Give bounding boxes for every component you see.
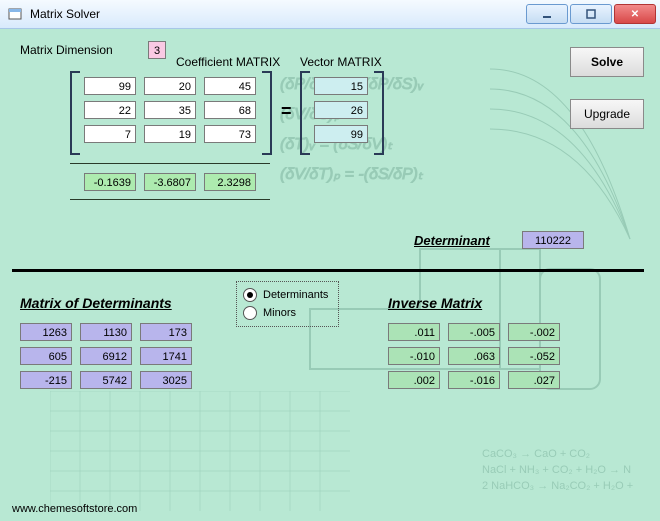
coeff-cell[interactable]: 35 [144,101,196,119]
radio-label: Minors [263,307,296,319]
detmat-cell: 5742 [80,371,132,389]
inverse-cell: -.052 [508,347,560,365]
detmat-cell: 1263 [20,323,72,341]
upgrade-button[interactable]: Upgrade [570,99,644,129]
solve-button[interactable]: Solve [570,47,644,77]
coeff-cell[interactable]: 68 [204,101,256,119]
detmat-cell: 3025 [140,371,192,389]
detmat-cell: 605 [20,347,72,365]
radio-dot-icon [243,306,257,320]
detmat-cell: 173 [140,323,192,341]
inverse-cell: -.010 [388,347,440,365]
vector-bracket-right [374,71,384,155]
inverse-cell: .011 [388,323,440,341]
coeff-label: Coefficient MATRIX [176,55,280,69]
close-button[interactable]: ✕ [614,4,656,24]
detmat-cell: 1741 [140,347,192,365]
inverse-cell: .027 [508,371,560,389]
vector-bracket-left [300,71,310,155]
radio-minors[interactable]: Minors [243,304,328,322]
equals-sign: = [281,101,292,122]
determinant-label: Determinant [414,233,490,248]
divider [70,199,270,200]
inverse-label: Inverse Matrix [388,295,482,311]
vector-cell[interactable]: 26 [314,101,368,119]
coeff-cell[interactable]: 22 [84,101,136,119]
coeff-cell[interactable]: 20 [144,77,196,95]
divider [70,163,270,164]
svg-text:(δV/δT)ₚ = -(δS/δP)ₜ: (δV/δT)ₚ = -(δS/δP)ₜ [280,166,423,183]
app-icon [8,6,24,22]
coeff-bracket-left [70,71,80,155]
coeff-cell[interactable]: 73 [204,125,256,143]
window-title: Matrix Solver [30,7,526,21]
dimension-input[interactable]: 3 [148,41,166,59]
determinant-value: 110222 [522,231,584,249]
matdet-label: Matrix of Determinants [20,295,172,311]
coeff-cell[interactable]: 7 [84,125,136,143]
vector-cell[interactable]: 15 [314,77,368,95]
maximize-button[interactable] [570,4,612,24]
solution-cell: -0.1639 [84,173,136,191]
svg-text:NaCl + NH₃ + CO₂ + H₂O → N: NaCl + NH₃ + CO₂ + H₂O → N [482,464,631,476]
inverse-cell: -.005 [448,323,500,341]
radio-determinants[interactable]: Determinants [243,286,328,304]
detmat-cell: 1130 [80,323,132,341]
solution-cell: -3.6807 [144,173,196,191]
footer-link[interactable]: www.chemesoftstore.com [12,503,137,515]
svg-text:2 NaHCO₃ → Na₂CO₂ + H₂O +: 2 NaHCO₃ → Na₂CO₂ + H₂O + [482,480,633,492]
inverse-cell: .063 [448,347,500,365]
inverse-cell: .002 [388,371,440,389]
coeff-cell[interactable]: 45 [204,77,256,95]
inverse-cell: -.002 [508,323,560,341]
inverse-cell: -.016 [448,371,500,389]
minimize-button[interactable] [526,4,568,24]
vector-label: Vector MATRIX [300,55,382,69]
coeff-cell[interactable]: 19 [144,125,196,143]
solution-cell: 2.3298 [204,173,256,191]
titlebar: Matrix Solver ✕ [0,0,660,29]
svg-text:CaCO₃ → CaO + CO₂: CaCO₃ → CaO + CO₂ [482,448,590,460]
coeff-cell[interactable]: 99 [84,77,136,95]
detmat-cell: 6912 [80,347,132,365]
coeff-bracket-right [262,71,272,155]
detmat-cell: -215 [20,371,72,389]
radio-group: Determinants Minors [236,281,339,327]
radio-label: Determinants [263,289,328,301]
vector-cell[interactable]: 99 [314,125,368,143]
dimension-label: Matrix Dimension [20,43,113,57]
section-divider [12,269,644,272]
radio-dot-icon [243,288,257,302]
